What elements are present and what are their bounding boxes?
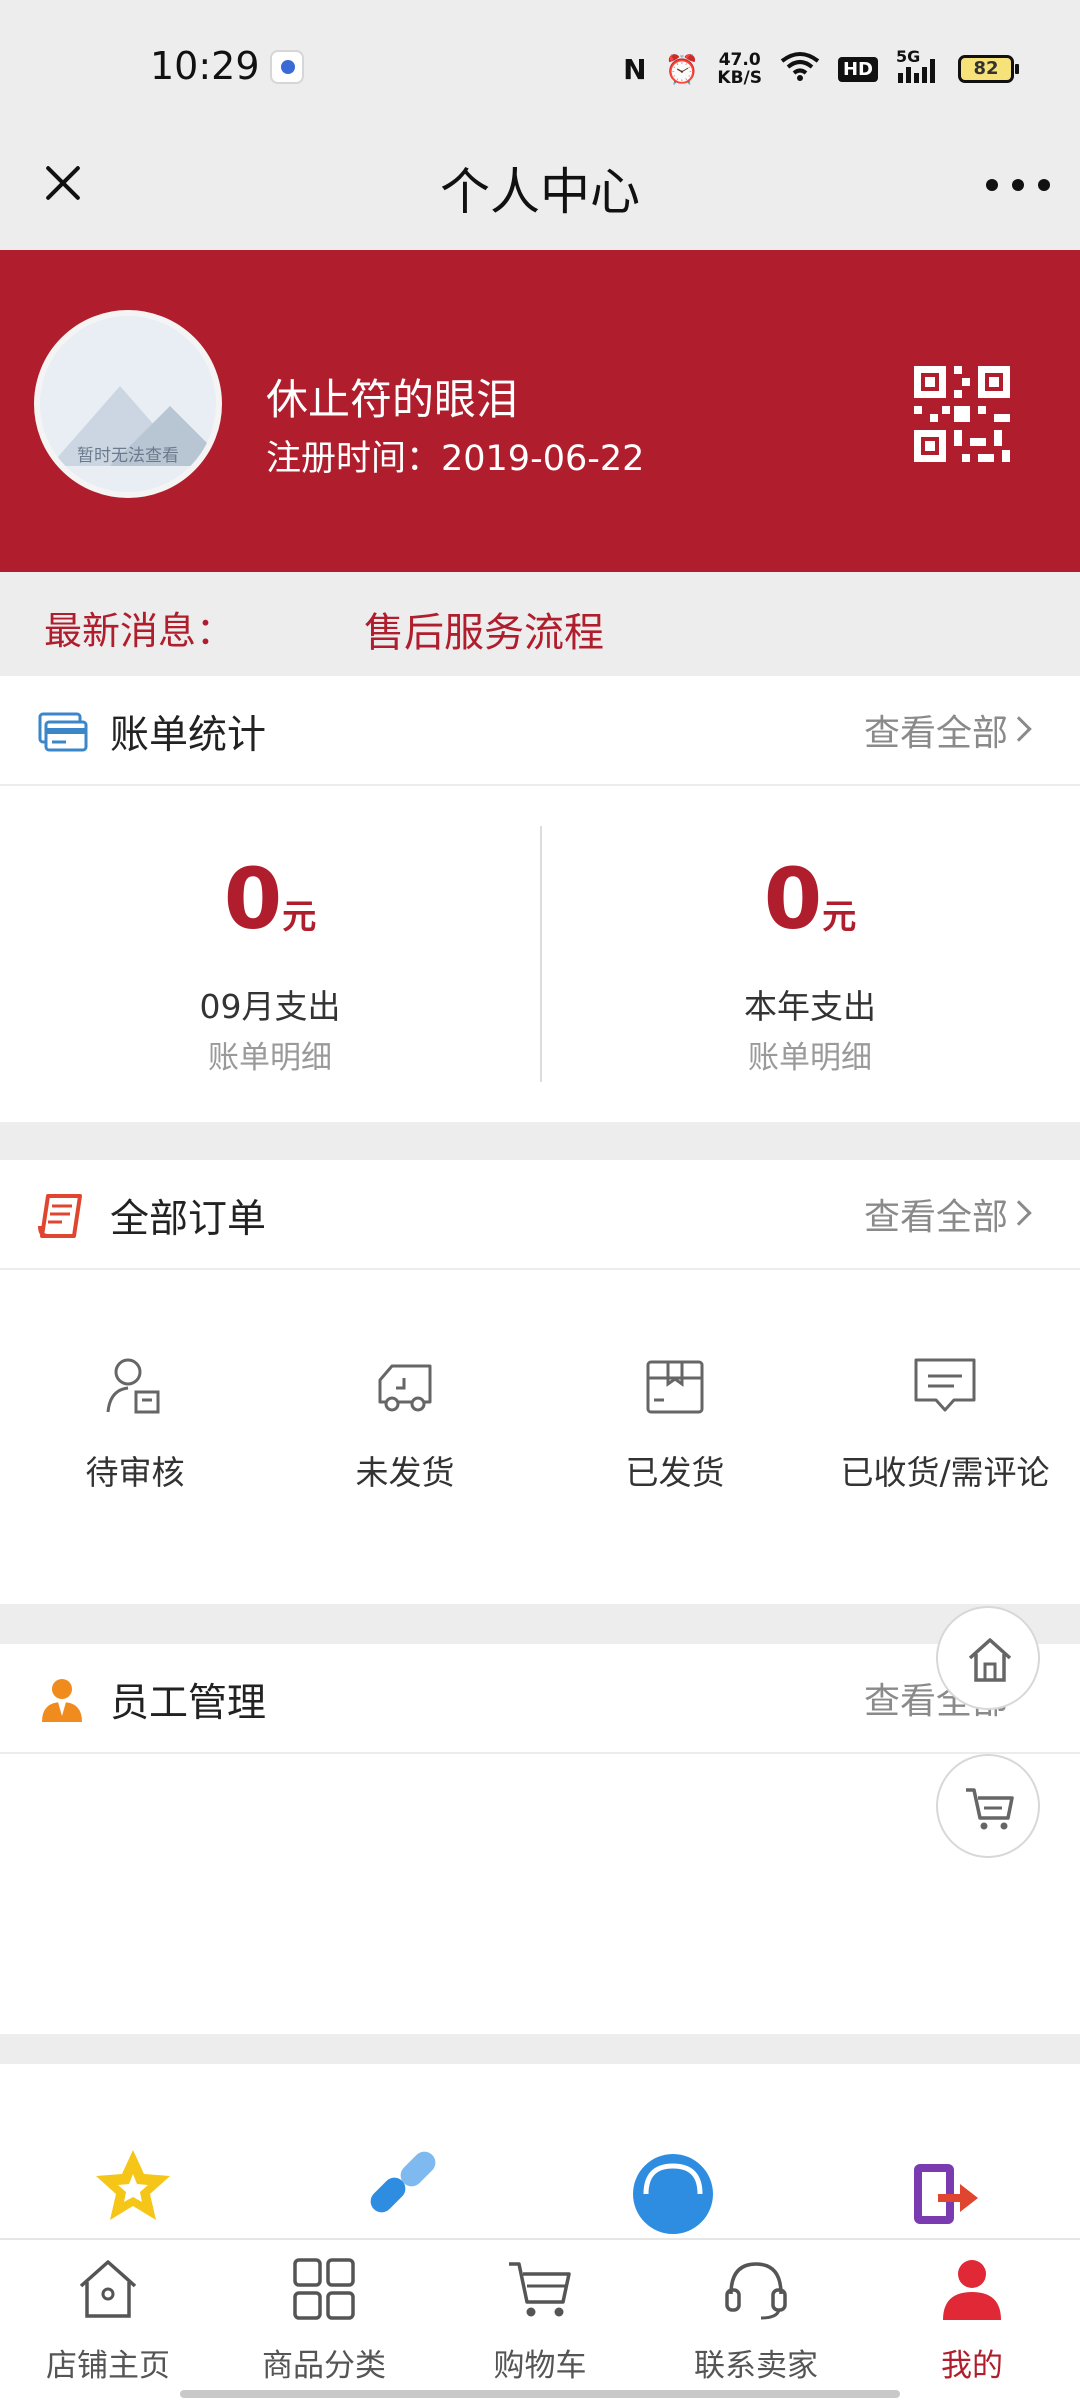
staff-management-card: 员工管理 查看全部 xyxy=(0,1644,1080,2034)
tab-label: 购物车 xyxy=(493,2348,587,2384)
more-options-button[interactable] xyxy=(986,170,1050,200)
tab-store-home[interactable]: 店铺主页 xyxy=(0,2240,216,2400)
profile-banner: 暂时无法查看 休止符的眼泪 注册时间：2019-06-22 xyxy=(0,250,1080,572)
tab-label: 联系卖家 xyxy=(694,2348,818,2384)
status-bar: 10:29 N ⏰ 47.0 KB/S HD 5G 82 xyxy=(0,0,1080,130)
orders-title: 全部订单 xyxy=(110,1197,267,1242)
staff-management-title: 员工管理 xyxy=(110,1681,267,1726)
bill-statistics-card: 账单统计 查看全部 0元 09月支出 账单明细 0元 本年支出 账单明细 xyxy=(0,676,1080,1122)
comment-icon xyxy=(914,1358,976,1412)
nfc-icon: N xyxy=(623,52,647,86)
news-bar: 最新消息： 售后服务流程 xyxy=(0,572,1080,676)
bill-month-amount: 0元 xyxy=(0,850,540,948)
share-link-icon[interactable] xyxy=(358,2144,448,2238)
bill-view-all-link[interactable]: 查看全部 xyxy=(864,704,1008,756)
tab-label: 店铺主页 xyxy=(46,2348,170,2384)
user-name: 休止符的眼泪 xyxy=(266,375,519,424)
user-review-icon xyxy=(106,1358,160,1414)
tab-cart[interactable]: 购物车 xyxy=(432,2240,648,2400)
bill-statistics-header: 账单统计 查看全部 xyxy=(0,676,1080,786)
dot-icon xyxy=(986,179,998,191)
shortcut-row xyxy=(0,2064,1080,2238)
alarm-icon: ⏰ xyxy=(664,52,700,86)
chevron-right-icon xyxy=(1006,716,1032,742)
favorite-star-icon[interactable] xyxy=(88,2144,178,2238)
user-icon xyxy=(943,2260,1001,2320)
dot-icon xyxy=(1038,179,1050,191)
bill-month[interactable]: 0元 09月支出 账单明细 xyxy=(0,786,540,1122)
chevron-right-icon xyxy=(1006,1200,1032,1226)
hd-icon: HD xyxy=(837,56,878,82)
logout-icon[interactable] xyxy=(898,2144,988,2238)
status-icons: N ⏰ 47.0 KB/S HD 5G 82 xyxy=(623,44,1019,94)
bill-summary: 0元 09月支出 账单明细 0元 本年支出 账单明细 xyxy=(0,786,1080,1122)
bottom-tab-bar: 店铺主页 商品分类 购物车 联系卖家 我的 xyxy=(0,2238,1080,2400)
status-time: 10:29 xyxy=(150,44,260,88)
avatar-placeholder-text: 暂时无法查看 xyxy=(77,446,179,466)
orders-header: 全部订单 查看全部 xyxy=(0,1160,1080,1270)
tab-label: 我的 xyxy=(941,2348,1003,2384)
orders-view-all-link[interactable]: 查看全部 xyxy=(864,1188,1008,1240)
qr-code-icon[interactable] xyxy=(912,364,1012,464)
amount-value: 0 xyxy=(223,850,283,948)
page-title: 个人中心 xyxy=(440,163,640,221)
wifi-icon xyxy=(780,51,820,88)
tab-contact-seller[interactable]: 联系卖家 xyxy=(648,2240,864,2400)
bill-statistics-title: 账单统计 xyxy=(110,713,267,758)
order-receipt-icon xyxy=(38,1194,82,1238)
signal-icon: 5G xyxy=(896,47,940,87)
cart-icon xyxy=(509,2262,571,2317)
home-icon xyxy=(968,1638,1012,1682)
bill-year-label: 本年支出 xyxy=(744,987,876,1026)
order-status-label: 未发货 xyxy=(355,1453,455,1492)
app-notification-icon xyxy=(270,50,304,84)
staff-list xyxy=(0,1754,1080,2034)
orders-card: 全部订单 查看全部 待审核 未发货 已发货 已收货/需评论 xyxy=(0,1160,1080,1604)
order-pending-review[interactable]: 待审核 xyxy=(0,1270,270,1604)
amount-value: 0 xyxy=(763,850,823,948)
avatar[interactable]: 暂时无法查看 xyxy=(34,310,222,498)
order-not-shipped[interactable]: 未发货 xyxy=(270,1270,540,1604)
staff-icon xyxy=(42,1679,82,1722)
tab-label: 商品分类 xyxy=(262,2348,386,2384)
bill-year-amount: 0元 xyxy=(540,850,1080,948)
tab-categories[interactable]: 商品分类 xyxy=(216,2240,432,2400)
home-icon xyxy=(79,2260,137,2318)
box-icon xyxy=(646,1360,704,1414)
order-shipped[interactable]: 已发货 xyxy=(540,1270,810,1604)
bill-year-detail-link[interactable]: 账单明细 xyxy=(540,1032,1080,1077)
bill-month-label: 09月支出 xyxy=(199,987,341,1026)
register-date: 注册时间：2019-06-22 xyxy=(266,439,645,479)
order-status-row: 待审核 未发货 已发货 已收货/需评论 xyxy=(0,1270,1080,1604)
staff-management-header: 员工管理 查看全部 xyxy=(0,1644,1080,1754)
home-indicator xyxy=(180,2390,900,2398)
dot-icon xyxy=(1012,179,1024,191)
customer-service-icon[interactable] xyxy=(628,2144,718,2238)
floating-home-button[interactable] xyxy=(936,1606,1040,1710)
signal-label: 5G xyxy=(896,47,921,66)
order-status-label: 已收货/需评论 xyxy=(840,1453,1050,1492)
order-status-label: 待审核 xyxy=(85,1453,185,1492)
headset-icon xyxy=(725,2262,787,2320)
battery-icon: 82 xyxy=(958,55,1019,83)
grid-icon xyxy=(293,2258,355,2320)
cart-icon xyxy=(966,1788,1014,1830)
truck-icon xyxy=(378,1364,432,1412)
news-label: 最新消息： xyxy=(44,609,235,653)
floating-cart-button[interactable] xyxy=(936,1754,1040,1858)
network-speed: 47.0 KB/S xyxy=(717,50,762,88)
title-bar: 个人中心 xyxy=(0,130,1080,250)
order-received[interactable]: 已收货/需评论 xyxy=(810,1270,1080,1604)
news-link[interactable]: 售后服务流程 xyxy=(364,600,604,658)
order-status-label: 已发货 xyxy=(625,1453,725,1492)
amount-unit: 元 xyxy=(822,897,857,937)
amount-unit: 元 xyxy=(282,897,317,937)
bill-month-detail-link[interactable]: 账单明细 xyxy=(0,1032,540,1077)
tab-mine[interactable]: 我的 xyxy=(864,2240,1080,2400)
bill-card-icon xyxy=(38,712,88,752)
bill-year[interactable]: 0元 本年支出 账单明细 xyxy=(540,786,1080,1122)
